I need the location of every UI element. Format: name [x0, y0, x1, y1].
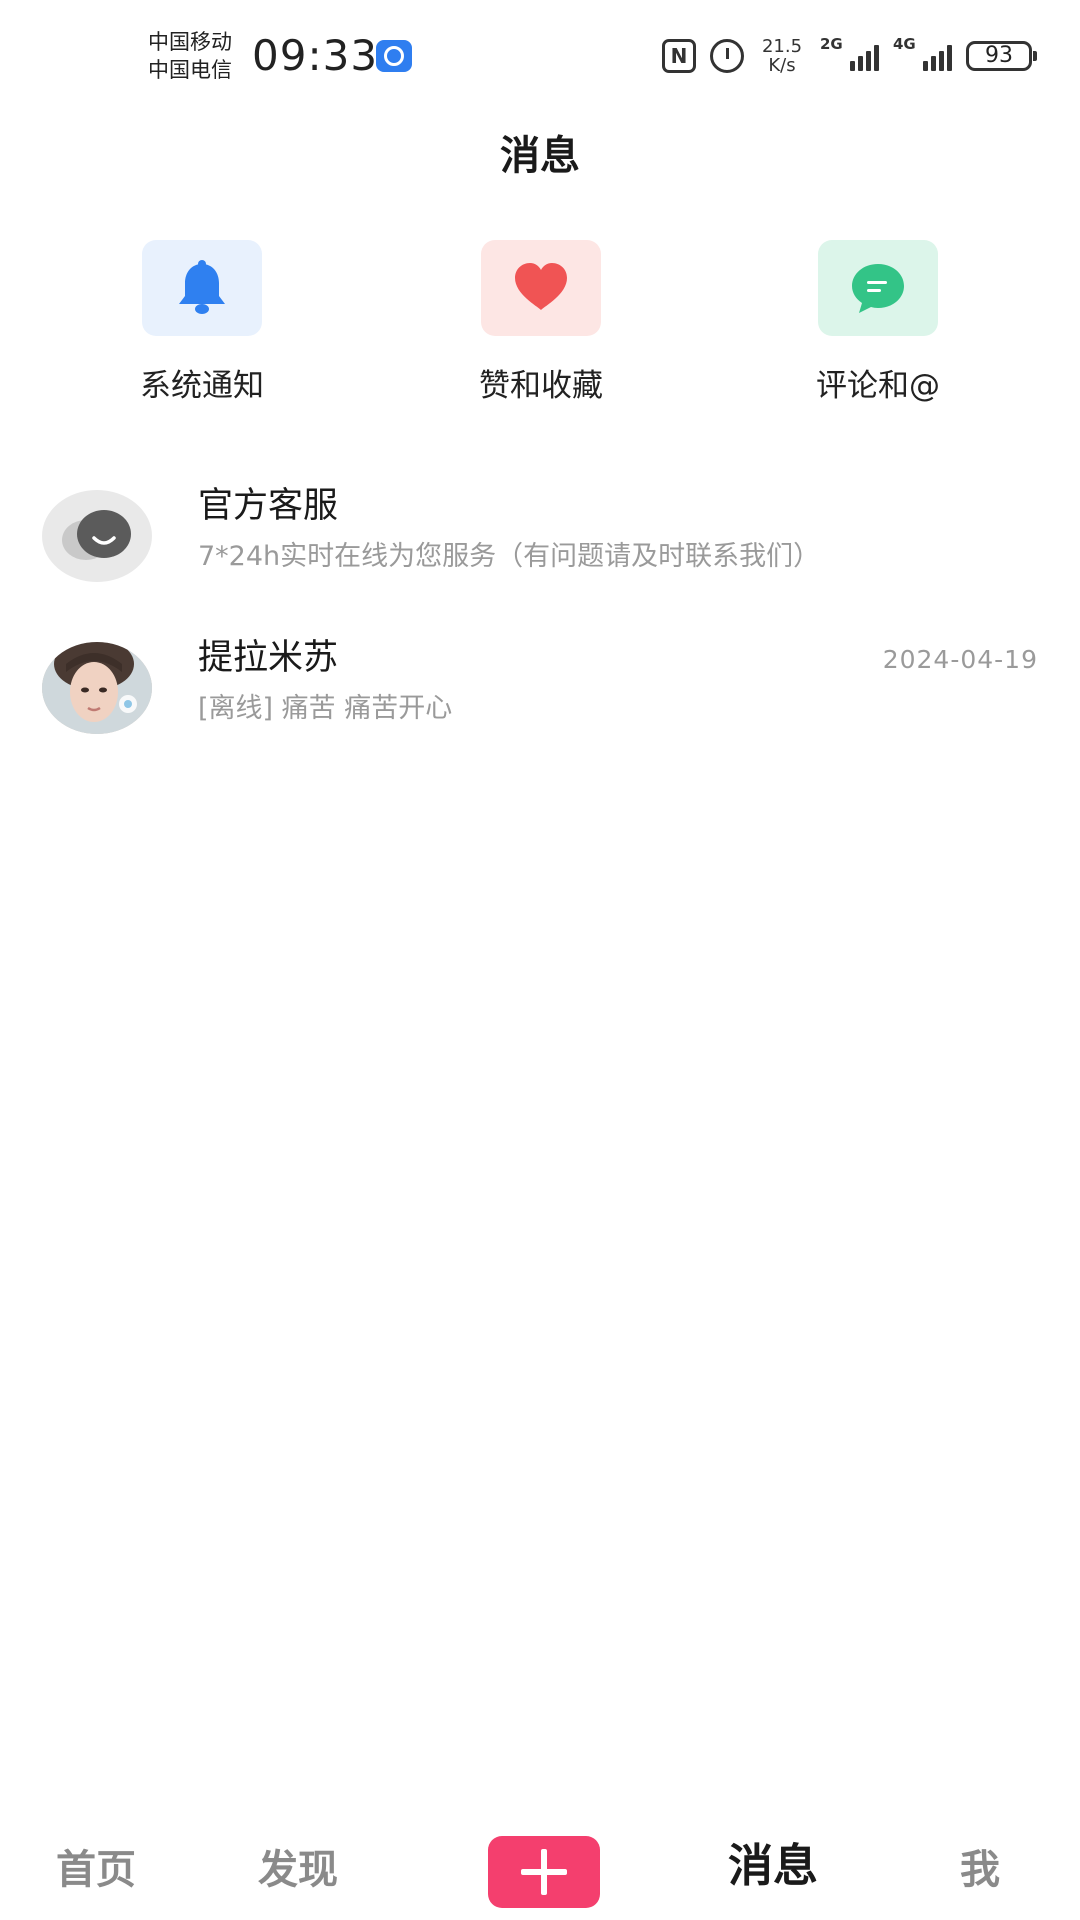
bottom-navigation: 首页 发现 消息 我 [0, 1826, 1080, 1920]
system-notifications-entry[interactable]: 系统通知 [92, 240, 312, 406]
comments-mentions-entry[interactable]: 评论和@ [768, 240, 988, 406]
likes-favorites-tile[interactable] [481, 240, 601, 336]
system-notifications-tile[interactable] [142, 240, 262, 336]
conversation-preview: 7*24h实时在线为您服务（有问题请及时联系我们） [198, 541, 821, 572]
conversation-official-service[interactable]: 官方客服 7*24h实时在线为您服务（有问题请及时联系我们） [0, 482, 1080, 612]
conversation-tiramisu[interactable]: 提拉米苏 [离线] 痛苦 痛苦开心 2024-04-19 [0, 634, 1080, 764]
battery-level: 93 [985, 43, 1013, 68]
conversation-name: 提拉米苏 [198, 638, 339, 678]
comments-mentions-label: 评论和@ [816, 368, 940, 404]
publish-button[interactable] [488, 1836, 600, 1908]
bell-icon [179, 260, 225, 314]
network-speed: 21.5 K/s [758, 37, 806, 75]
status-clock: 09:33 [252, 31, 379, 80]
user-avatar [42, 642, 152, 734]
service-chat-icon [62, 510, 131, 560]
nfc-icon [662, 39, 696, 73]
carrier-labels: 中国移动 中国电信 [148, 28, 232, 84]
nav-home[interactable]: 首页 [56, 1842, 136, 1898]
heart-icon [515, 263, 567, 310]
signal-2g-label: 2G [820, 35, 843, 53]
alarm-icon [710, 39, 744, 73]
likes-favorites-label: 赞和收藏 [479, 368, 603, 404]
conversation-date: 2024-04-19 [882, 645, 1038, 674]
network-speed-unit: K/s [768, 55, 796, 76]
carrier-1: 中国移动 [148, 30, 232, 54]
signal-4g-icon: 4G [893, 35, 952, 71]
nav-me[interactable]: 我 [960, 1842, 1000, 1898]
signal-2g-icon: 2G [820, 35, 879, 71]
conversation-name: 官方客服 [198, 486, 339, 526]
network-speed-value: 21.5 [761, 36, 803, 57]
nav-messages[interactable]: 消息 [728, 1838, 818, 1894]
status-bar: 中国移动 中国电信 09:33 21.5 K/s 2G 4G 93 [0, 0, 1080, 110]
comments-mentions-tile[interactable] [818, 240, 938, 336]
user-photo [42, 642, 152, 734]
carrier-2: 中国电信 [148, 58, 232, 82]
system-notifications-label: 系统通知 [140, 368, 264, 404]
service-avatar [42, 490, 152, 582]
signal-4g-label: 4G [893, 35, 916, 53]
likes-favorites-entry[interactable]: 赞和收藏 [431, 240, 651, 406]
notification-app-icon [376, 40, 412, 72]
conversation-preview: [离线] 痛苦 痛苦开心 [198, 693, 453, 724]
nav-discover[interactable]: 发现 [258, 1842, 338, 1898]
status-icons: 21.5 K/s 2G 4G 93 [662, 34, 1037, 78]
battery-icon: 93 [966, 41, 1037, 71]
page-title: 消息 [500, 133, 580, 179]
comment-icon [852, 264, 904, 313]
